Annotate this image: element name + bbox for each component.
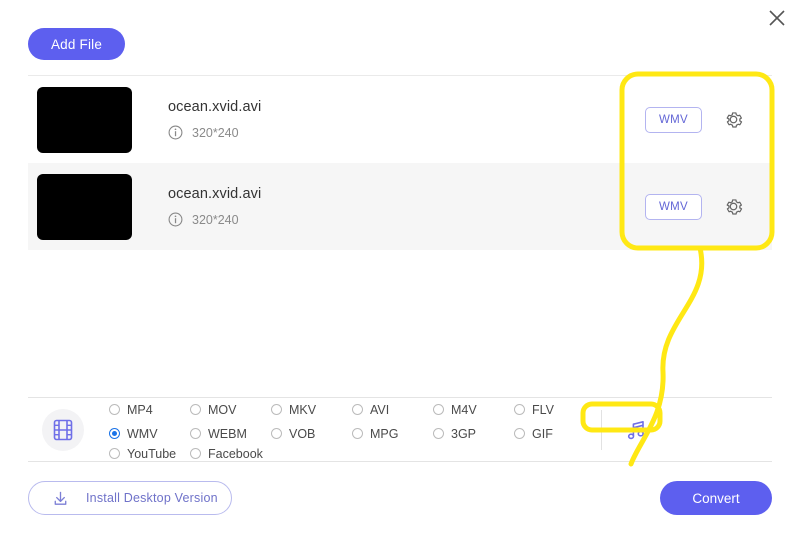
row-actions: WMV [645, 163, 772, 250]
radio-icon [433, 428, 444, 439]
radio-icon [433, 404, 444, 415]
format-option-webm[interactable]: WEBM [190, 427, 271, 441]
file-list: ocean.xvid.avi 320*240 WMV ocean.xvid.av… [28, 75, 772, 250]
file-name: ocean.xvid.avi [168, 186, 262, 202]
file-details: ocean.xvid.avi 320*240 [168, 186, 261, 227]
format-option-facebook[interactable]: Facebook [190, 447, 271, 461]
format-option-mov[interactable]: MOV [190, 403, 271, 417]
format-option-wmv[interactable]: WMV [109, 427, 190, 441]
format-option-label: YouTube [127, 446, 177, 461]
format-option-mkv[interactable]: MKV [271, 403, 352, 417]
format-option-label: MOV [208, 402, 237, 417]
format-radio-group: MP4 MOV MKV AVI M4V FLV WMV WEBM VOB MPG… [109, 399, 595, 461]
settings-button[interactable] [722, 109, 744, 131]
format-option-vob[interactable]: VOB [271, 427, 352, 441]
format-option-label: MP4 [127, 402, 153, 417]
file-resolution: 320*240 [192, 212, 239, 227]
radio-icon [109, 448, 120, 459]
add-file-button[interactable]: Add File [28, 28, 125, 60]
file-details: ocean.xvid.avi 320*240 [168, 99, 261, 140]
file-name: ocean.xvid.avi [168, 99, 262, 115]
gear-icon [726, 199, 742, 215]
music-note-icon [627, 420, 644, 439]
radio-icon [352, 428, 363, 439]
radio-icon [109, 404, 120, 415]
file-resolution: 320*240 [192, 125, 239, 140]
format-option-label: MPG [370, 426, 399, 441]
close-icon [769, 10, 785, 26]
radio-icon [109, 428, 120, 439]
video-thumbnail [37, 173, 132, 240]
video-category-button[interactable] [42, 408, 84, 451]
format-option-label: VOB [289, 426, 316, 441]
format-option-flv[interactable]: FLV [514, 403, 595, 417]
format-option-avi[interactable]: AVI [352, 403, 433, 417]
format-option-label: 3GP [451, 426, 477, 441]
format-option-label: GIF [532, 426, 553, 441]
format-option-3gp[interactable]: 3GP [433, 427, 514, 441]
row-actions: WMV [645, 76, 772, 163]
radio-icon [514, 404, 525, 415]
format-option-mp4[interactable]: MP4 [109, 403, 190, 417]
format-selector-bar: MP4 MOV MKV AVI M4V FLV WMV WEBM VOB MPG… [28, 397, 772, 462]
audio-category-button[interactable] [614, 417, 660, 443]
download-icon [51, 489, 70, 508]
format-option-gif[interactable]: GIF [514, 427, 595, 441]
convert-button[interactable]: Convert [660, 481, 772, 515]
table-row[interactable]: ocean.xvid.avi 320*240 WMV [28, 76, 772, 163]
format-option-label: Facebook [208, 446, 263, 461]
gear-icon [726, 112, 742, 128]
format-option-label: MKV [289, 402, 317, 417]
radio-icon [190, 448, 201, 459]
format-option-label: AVI [370, 402, 390, 417]
info-icon [168, 125, 183, 140]
video-thumbnail [37, 86, 132, 153]
radio-icon [352, 404, 363, 415]
radio-icon [271, 404, 282, 415]
format-option-label: FLV [532, 402, 554, 417]
settings-button[interactable] [722, 196, 744, 218]
format-option-mpg[interactable]: MPG [352, 427, 433, 441]
output-format-button[interactable]: WMV [645, 193, 702, 220]
format-option-label: WEBM [208, 426, 247, 441]
format-option-label: M4V [451, 402, 477, 417]
format-option-label: WMV [127, 426, 158, 441]
radio-icon [190, 404, 201, 415]
install-desktop-version-button[interactable]: Install Desktop Version [28, 481, 232, 515]
radio-icon [514, 428, 525, 439]
file-resolution-line: 320*240 [168, 212, 261, 227]
info-icon [168, 212, 183, 227]
film-strip-icon [53, 419, 73, 440]
converter-window: Add File ocean.xvid.avi 320*240 WMV ocea… [0, 0, 800, 544]
format-option-m4v[interactable]: M4V [433, 403, 514, 417]
format-option-youtube[interactable]: YouTube [109, 447, 190, 461]
radio-icon [271, 428, 282, 439]
radio-icon [190, 428, 201, 439]
file-resolution-line: 320*240 [168, 125, 261, 140]
close-button[interactable] [762, 3, 792, 33]
output-format-button[interactable]: WMV [645, 106, 702, 133]
divider [601, 409, 602, 450]
install-desktop-version-label: Install Desktop Version [86, 491, 218, 505]
table-row[interactable]: ocean.xvid.avi 320*240 WMV [28, 163, 772, 250]
